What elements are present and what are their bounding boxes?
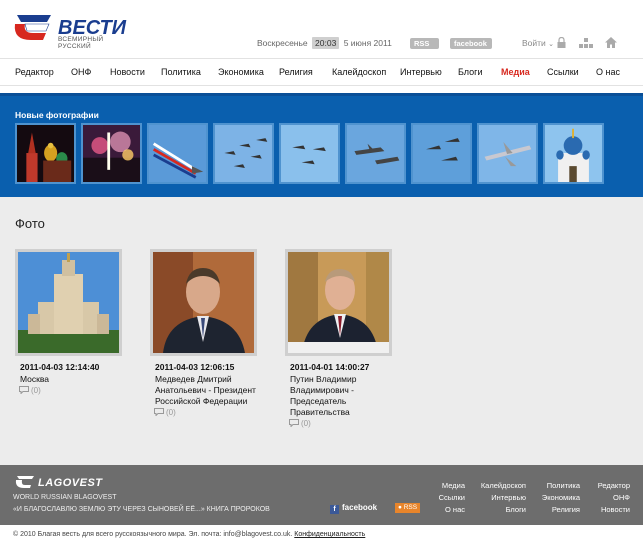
footer-link[interactable]: Редактор [598, 481, 630, 490]
new-photos-title: Новые фотографии [15, 110, 99, 120]
gallery-thumb[interactable] [147, 123, 208, 184]
logo-subtitle: ВСЕМИРНЫЙ РУССКИЙ [58, 36, 104, 50]
footer-link[interactable]: Политика [547, 481, 580, 490]
login-link[interactable]: Войти ⌄ [522, 38, 554, 48]
nav-item-about[interactable]: О нас [596, 59, 620, 86]
date: 5 июня 2011 [343, 38, 392, 48]
nav-item-media[interactable]: Медиа [501, 59, 530, 86]
nav-item-links[interactable]: Ссылки [547, 59, 579, 86]
lock-icon[interactable] [557, 37, 566, 48]
gallery-thumb[interactable] [543, 123, 604, 184]
footer-link[interactable]: Экономика [542, 493, 580, 502]
gallery-thumb[interactable] [213, 123, 274, 184]
photo-card-date: 2011-04-03 12:14:40 [20, 362, 100, 372]
site-header: ВЕСТИ ВСЕМИРНЫЙ РУССКИЙ Воскресенье 20:0… [0, 0, 643, 58]
footer-logo-mark-icon [15, 476, 34, 488]
footer-rss-label: RSS [403, 504, 418, 511]
photo-card-caption[interactable]: Путин Владимир Владимирович - Председате… [290, 374, 400, 418]
footer-link[interactable]: Ссылки [439, 493, 465, 502]
comments-count: (0) [31, 386, 41, 395]
photo-card-date: 2011-04-01 14:00:27 [290, 362, 370, 372]
gallery-thumb[interactable] [345, 123, 406, 184]
nav-item-kaleidoscope[interactable]: Калейдоскоп [332, 59, 386, 86]
photo-card-comments[interactable]: (0) [154, 408, 176, 417]
photo-card-image[interactable] [150, 249, 257, 356]
login-label: Войти [522, 38, 546, 48]
gallery-thumb[interactable] [411, 123, 472, 184]
copyright-text: © 2010 Благая весть для всего русскоязыч… [13, 531, 293, 538]
nav-item-interview[interactable]: Интервью [400, 59, 442, 86]
photo-card-date: 2011-04-03 12:06:15 [155, 362, 235, 372]
current-time: 20:03 [312, 37, 340, 49]
gallery-thumb[interactable] [279, 123, 340, 184]
comment-icon [19, 386, 29, 395]
chevron-down-icon: ⌄ [548, 41, 555, 48]
nav-item-editor[interactable]: Редактор [15, 59, 54, 86]
footer-link[interactable]: ОНФ [613, 493, 630, 502]
footer-quote: «И БЛАГОСЛАВЛЮ ЗЕМЛЮ ЭТУ ЧЕРЕЗ СЫНОВЕЙ Е… [13, 506, 270, 513]
nav-item-blogs[interactable]: Блоги [458, 59, 482, 86]
footer-link[interactable]: Религия [552, 505, 580, 514]
footer-subtitle: WORLD RUSSIAN BLAGOVEST [13, 494, 117, 501]
photo-card-image[interactable] [285, 249, 392, 356]
copyright: © 2010 Благая весть для всего русскоязыч… [13, 531, 365, 538]
footer-link[interactable]: Калейдоскоп [481, 481, 526, 490]
footer-link[interactable]: О нас [445, 505, 465, 514]
current-date: Воскресенье 20:03 5 июня 2011 [257, 37, 392, 49]
photo-card-caption[interactable]: Москва [20, 374, 130, 385]
privacy-link[interactable]: Конфиденциальность [294, 531, 365, 538]
comment-icon [154, 408, 164, 417]
nav-item-economy[interactable]: Экономика [218, 59, 264, 86]
photo-card-caption[interactable]: Медведев Дмитрий Анатольевич - Президент… [155, 374, 265, 407]
nav-item-religion[interactable]: Религия [279, 59, 313, 86]
page-title: Фото [15, 216, 45, 231]
gallery-thumb[interactable] [81, 123, 142, 184]
footer-link[interactable]: Медиа [442, 481, 465, 490]
nav-item-news[interactable]: Новости [110, 59, 145, 86]
photo-card-comments[interactable]: (0) [289, 419, 311, 428]
main-nav: Редактор ОНФ Новости Политика Экономика … [0, 58, 643, 86]
footer-link[interactable]: Блоги [506, 505, 526, 514]
facebook-button[interactable]: facebook [450, 38, 492, 49]
nav-item-onf[interactable]: ОНФ [71, 59, 91, 86]
footer-facebook-link[interactable]: f facebook [330, 503, 377, 514]
footer-link[interactable]: Интервью [491, 493, 526, 502]
facebook-icon: f [330, 505, 339, 514]
gallery-thumb[interactable] [477, 123, 538, 184]
comment-icon [289, 419, 299, 428]
footer-facebook-label: facebook [342, 503, 378, 512]
site-logo[interactable]: ВЕСТИ ВСЕМИРНЫЙ РУССКИЙ [11, 13, 133, 50]
comments-count: (0) [301, 419, 311, 428]
home-icon[interactable] [605, 37, 617, 48]
comments-count: (0) [166, 408, 176, 417]
rss-button[interactable]: RSS [410, 38, 439, 49]
sitemap-icon[interactable] [579, 38, 593, 48]
footer-link[interactable]: Новости [601, 505, 630, 514]
footer-rss-link[interactable]: ● RSS [395, 503, 421, 513]
logo-flag-icon [14, 15, 51, 40]
photo-card-image[interactable] [15, 249, 122, 356]
footer-logo[interactable]: LAGOVEST [38, 477, 103, 489]
photo-card-comments[interactable]: (0) [19, 386, 41, 395]
nav-item-politics[interactable]: Политика [161, 59, 201, 86]
gallery-thumb[interactable] [15, 123, 76, 184]
weekday: Воскресенье [257, 38, 308, 48]
